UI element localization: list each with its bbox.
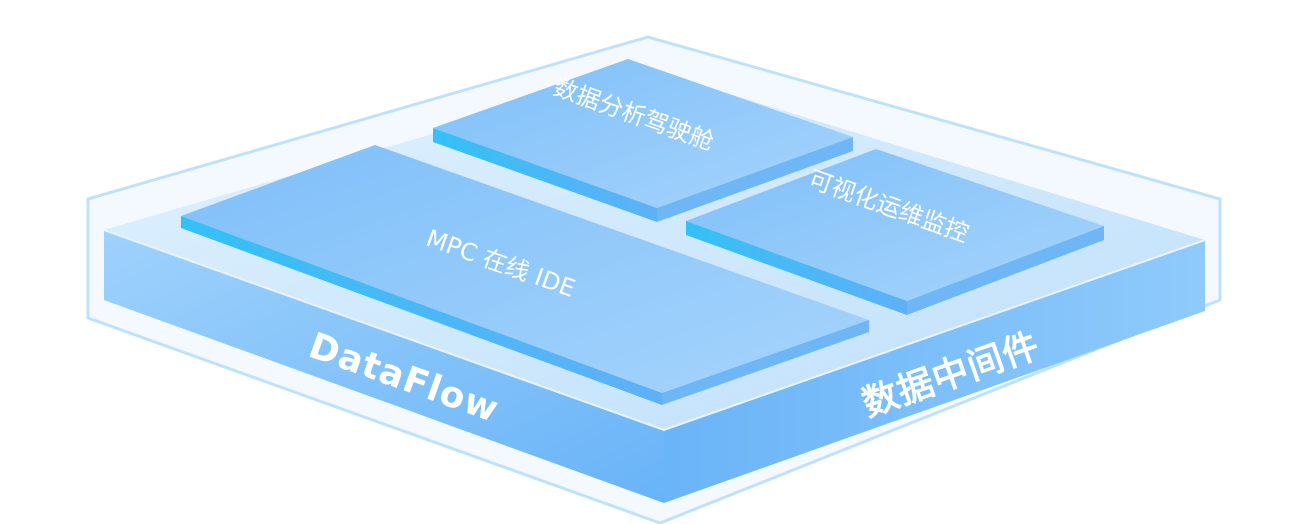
middleware-diagram: MPC 在线 IDE 数据分析驾驶舱 可视化运维监控 DataFlow 数据中间… [0, 0, 1305, 524]
isometric-stack: MPC 在线 IDE 数据分析驾驶舱 可视化运维监控 DataFlow 数据中间… [86, 35, 1222, 524]
